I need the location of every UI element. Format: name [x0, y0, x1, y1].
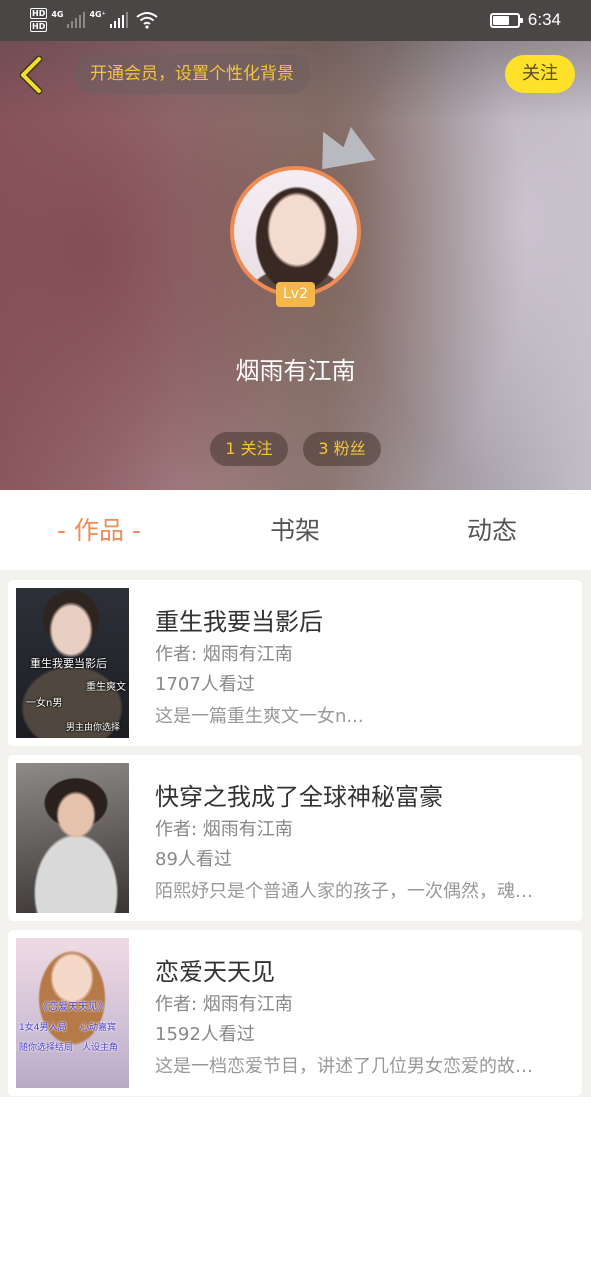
signal-icon	[67, 12, 86, 28]
hd-icons: HD HD	[30, 8, 48, 32]
list-item[interactable]: 重生我要当影后 重生爽文 一女n男 男主由你选择 重生我要当影后 作者: 烟雨有…	[8, 580, 582, 746]
follow-button[interactable]: 关注	[505, 55, 575, 93]
hd-icon: HD	[30, 21, 48, 32]
fans-count[interactable]: 3 粉丝	[303, 432, 381, 466]
book-title: 重生我要当影后	[155, 608, 323, 636]
cover-text: 1女4男入局	[19, 1023, 67, 1033]
cover-text: 男主由你选择	[66, 723, 121, 733]
cover-text: 随你选择结局	[19, 1043, 74, 1053]
profile-tabs: - 作品 - 书架 动态	[0, 490, 591, 570]
username: 烟雨有江南	[235, 357, 356, 385]
list-item[interactable]: 《恋爱天天见》 1女4男入局 心动嘉宾 随你选择结局 人设主角 恋爱天天见 作者…	[8, 930, 582, 1096]
tab-works[interactable]: - 作品 -	[40, 490, 158, 570]
profile-header: 开通会员，设置个性化背景 关注 Lv2 烟雨有江南 1 关注 3 粉丝	[0, 41, 591, 490]
book-views: 1592人看过	[155, 1024, 255, 1045]
works-list: 重生我要当影后 重生爽文 一女n男 男主由你选择 重生我要当影后 作者: 烟雨有…	[0, 570, 591, 1097]
cover-text: 重生爽文	[86, 682, 126, 693]
wifi-icon	[136, 12, 158, 29]
list-item[interactable]: 快穿之我成了全球神秘富豪 作者: 烟雨有江南 89人看过 陌熙妤只是个普通人家的…	[8, 755, 582, 921]
book-cover[interactable]: 重生我要当影后 重生爽文 一女n男 男主由你选择	[16, 588, 129, 738]
status-bar: HD HD 4G 4G⁺ 6:34	[0, 0, 591, 41]
book-description: 这是一档恋爱节目，讲述了几位男女恋爱的故…	[155, 1056, 533, 1077]
level-badge: Lv2	[276, 282, 315, 307]
cover-text: 《恋爱天天见》	[38, 1002, 108, 1013]
following-count[interactable]: 1 关注	[210, 432, 288, 466]
cover-text: 一女n男	[26, 698, 63, 709]
tab-bookshelf[interactable]: 书架	[236, 490, 354, 570]
crown-icon	[322, 126, 376, 170]
avatar[interactable]	[230, 166, 361, 297]
cover-text: 重生我要当影后	[30, 657, 107, 670]
book-title: 恋爱天天见	[155, 958, 275, 986]
vip-background-prompt[interactable]: 开通会员，设置个性化背景	[74, 54, 310, 94]
book-cover[interactable]	[16, 763, 129, 913]
status-indicators: HD HD 4G 4G⁺	[30, 8, 158, 32]
signal-icon	[109, 12, 128, 28]
book-cover[interactable]: 《恋爱天天见》 1女4男入局 心动嘉宾 随你选择结局 人设主角	[16, 938, 129, 1088]
book-description: 陌熙妤只是个普通人家的孩子，一次偶然，魂…	[155, 881, 533, 902]
book-views: 89人看过	[155, 849, 232, 870]
book-author: 作者: 烟雨有江南	[155, 994, 293, 1015]
book-views: 1707人看过	[155, 674, 255, 695]
tab-activity[interactable]: 动态	[433, 490, 551, 570]
battery-icon	[489, 12, 523, 28]
hd-icon: HD	[30, 8, 48, 19]
book-author: 作者: 烟雨有江南	[155, 819, 293, 840]
clock: 6:34	[527, 10, 561, 29]
status-right: 6:34	[489, 8, 561, 32]
network-type-label: 4G⁺	[89, 10, 106, 19]
book-title: 快穿之我成了全球神秘富豪	[155, 783, 443, 811]
cover-text: 人设主角	[82, 1043, 119, 1053]
cover-text: 心动嘉宾	[80, 1023, 117, 1033]
network-type-label: 4G	[51, 10, 64, 19]
book-author: 作者: 烟雨有江南	[155, 644, 293, 665]
book-description: 这是一篇重生爽文一女n...	[155, 706, 364, 727]
back-arrow-icon[interactable]	[14, 55, 48, 95]
